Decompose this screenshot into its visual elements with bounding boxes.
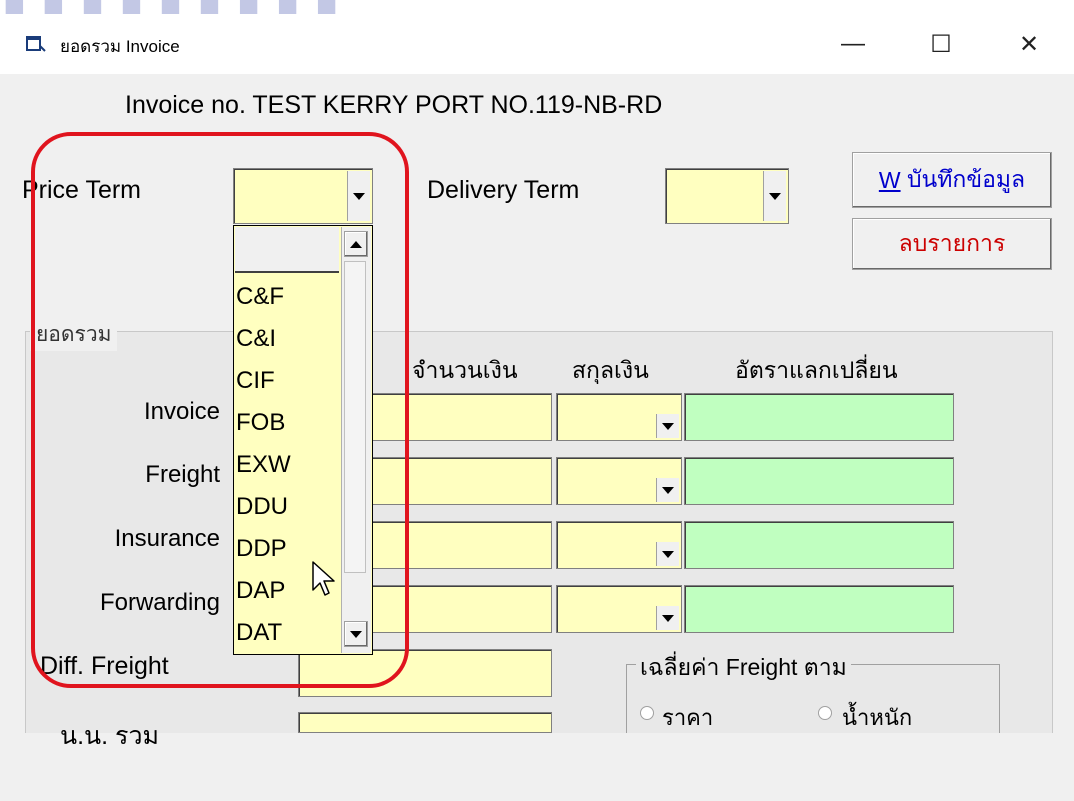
dropdown-scrollbar[interactable] [341,227,371,653]
insurance-currency-combo[interactable] [556,521,682,569]
app-icon [26,36,46,52]
invoice-title: Invoice no. TEST KERRY PORT NO.119-NB-RD [125,91,663,119]
chevron-down-icon [769,192,781,200]
dropdown-option-ddp[interactable]: DDP [236,533,287,565]
dropdown-option-fob[interactable]: FOB [236,407,285,439]
scroll-thumb[interactable] [344,261,370,801]
maximize-button[interactable]: ☐ [906,14,976,74]
save-button[interactable]: W บันทึกข้อมูล [852,152,1052,208]
dropdown-option-exw[interactable]: EXW [236,449,291,481]
radio-weight[interactable] [818,706,832,720]
forwarding-currency-combo[interactable] [556,585,682,633]
chevron-up-icon [350,240,362,248]
background-watermark: ▇ ▆ ▇ ▅ ▇ ▆ ▇ ▅ ▇ [6,0,344,14]
total-weight-input[interactable] [298,712,552,733]
radio-weight-label: น้ำหนัก [842,705,913,730]
minimize-button[interactable]: — [818,14,888,74]
price-term-dropdown-button[interactable] [347,171,370,221]
price-term-combo[interactable] [233,168,373,224]
insurance-exchange-rate-input[interactable] [684,521,954,569]
chevron-down-icon [350,630,362,638]
diff-freight-label: Diff. Freight [40,652,169,680]
invoice-currency-dropdown-button[interactable] [656,414,679,438]
freight-average-legend: เฉลี่ยค่า Freight ตาม [636,650,851,686]
currency-header: สกุลเงิน [572,357,649,383]
mouse-cursor-icon [312,561,335,596]
delivery-term-combo[interactable] [665,168,789,224]
invoice-row-label: Invoice [143,398,220,425]
freight-currency-dropdown-button[interactable] [656,478,679,502]
delete-button[interactable]: ลบรายการ [852,218,1052,270]
dropdown-option-ddu[interactable]: DDU [236,491,288,523]
radio-price[interactable] [640,706,654,720]
forwarding-exchange-rate-input[interactable] [684,585,954,633]
freight-currency-combo[interactable] [556,457,682,505]
dropdown-option-dap[interactable]: DAP [236,575,285,607]
dropdown-option-cf[interactable]: C&F [236,281,284,313]
window-title: ยอดรวม Invoice [60,37,180,56]
background-strip: ▇ ▆ ▇ ▅ ▇ ▆ ▇ ▅ ▇ [0,0,1074,14]
scroll-up-button[interactable] [344,231,368,257]
close-button[interactable]: ✕ [994,14,1064,74]
delivery-term-dropdown-button[interactable] [763,171,786,221]
insurance-currency-dropdown-button[interactable] [656,542,679,566]
total-weight-label: น.น. รวม [60,722,159,750]
amount-header: จำนวนเงิน [412,357,518,383]
dropdown-option-dat[interactable]: DAT [236,617,282,649]
chevron-down-icon [662,614,674,622]
exchange-header: อัตราแลกเปลี่ยน [735,357,898,383]
dropdown-option-ci[interactable]: C&I [236,323,276,355]
radio-price-label: ราคา [662,705,714,730]
chevron-down-icon [353,192,365,200]
dropdown-option-blank[interactable] [235,227,339,273]
scroll-down-button[interactable] [344,621,368,647]
invoice-currency-combo[interactable] [556,393,682,441]
diff-freight-input[interactable] [298,649,552,697]
dropdown-option-cif[interactable]: CIF [236,365,275,397]
chevron-down-icon [662,550,674,558]
chevron-down-icon [662,422,674,430]
save-button-label: บันทึกข้อมูล [900,166,1026,192]
chevron-down-icon [662,486,674,494]
forwarding-currency-dropdown-button[interactable] [656,606,679,630]
save-accelerator: W [878,166,901,193]
invoice-exchange-rate-input[interactable] [684,393,954,441]
freight-row-label: Freight [145,461,220,488]
totals-legend: ยอดรวม [30,318,118,351]
forwarding-row-label: Forwarding [99,589,220,616]
insurance-row-label: Insurance [114,525,220,552]
price-term-label: Price Term [22,176,142,204]
freight-exchange-rate-input[interactable] [684,457,954,505]
scroll-thumb-grip[interactable] [344,261,366,573]
delivery-term-label: Delivery Term [427,176,580,204]
